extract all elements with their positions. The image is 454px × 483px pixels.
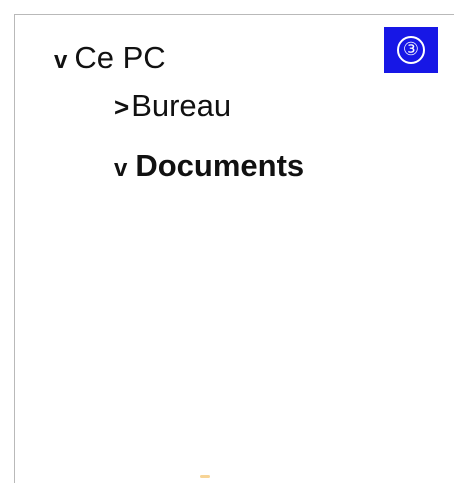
tree-item-documents[interactable]: v Documents — [114, 148, 304, 184]
tree-item-ce-pc[interactable]: v Ce PC — [54, 40, 166, 76]
decorative-mark — [200, 475, 210, 478]
tree-item-label: Documents — [135, 148, 305, 183]
tree-item-bureau[interactable]: > Bureau — [114, 88, 231, 124]
step-badge: ③ — [384, 27, 438, 73]
navigation-pane — [14, 14, 454, 483]
tree-item-label: Bureau — [131, 88, 232, 123]
tree-item-label: Ce PC — [74, 40, 166, 75]
chevron-down-icon[interactable]: v — [114, 155, 127, 183]
step-number: ③ — [397, 36, 425, 64]
chevron-down-icon[interactable]: v — [54, 47, 67, 75]
chevron-right-icon[interactable]: > — [114, 92, 129, 123]
